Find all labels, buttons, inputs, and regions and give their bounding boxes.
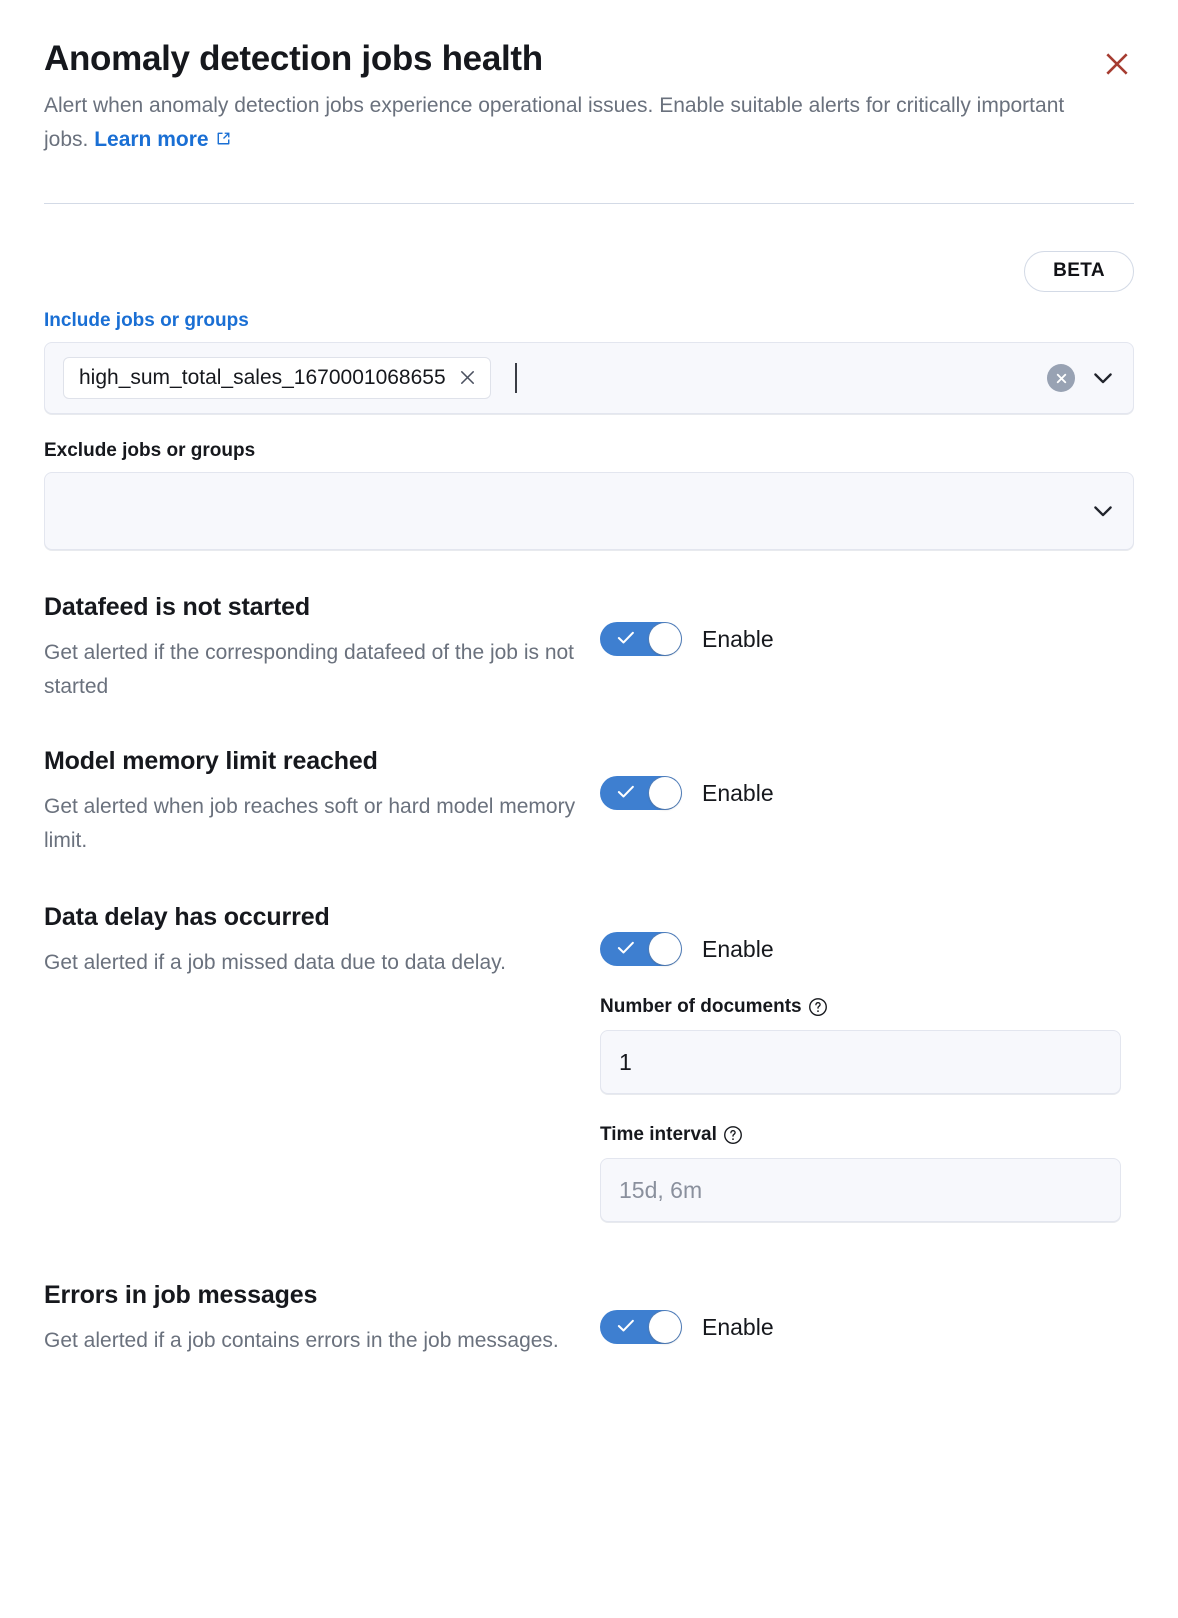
text-caret — [515, 363, 517, 393]
page-title: Anomaly detection jobs health — [44, 38, 1134, 79]
alert-delay-controls: Enable Number of documents — [600, 902, 1134, 1222]
alert-memory-title: Model memory limit reached — [44, 746, 600, 776]
time-interval-field: Time interval — [600, 1124, 1134, 1222]
close-icon — [1102, 49, 1132, 82]
alert-row-model-memory-limit: Model memory limit reached Get alerted w… — [44, 746, 1134, 858]
alert-row-data-delay: Data delay has occurred Get alerted if a… — [44, 902, 1134, 1222]
question-circle-icon[interactable] — [723, 1125, 743, 1145]
alert-row-errors-in-job-messages: Errors in job messages Get alerted if a … — [44, 1280, 1134, 1358]
anomaly-detection-jobs-health-flyout: Anomaly detection jobs health Alert when… — [0, 0, 1178, 1618]
external-link-icon — [214, 125, 233, 159]
alert-delay-description: Get alerted if a job missed data due to … — [44, 946, 584, 980]
alert-memory-text: Model memory limit reached Get alerted w… — [44, 746, 600, 858]
alert-memory-description: Get alerted when job reaches soft or har… — [44, 790, 584, 858]
flyout-header: Anomaly detection jobs health Alert when… — [44, 0, 1134, 159]
clear-selection-icon[interactable] — [1047, 364, 1075, 392]
toggle-datafeed-not-started[interactable] — [600, 622, 682, 656]
number-of-documents-field: Number of documents — [600, 996, 1134, 1094]
beta-badge-row: BETA — [44, 251, 1134, 292]
include-jobs-label: Include jobs or groups — [44, 310, 1134, 332]
alert-errors-controls: Enable — [600, 1280, 1134, 1344]
question-circle-icon[interactable] — [808, 997, 828, 1017]
check-icon — [615, 937, 637, 962]
alert-datafeed-switch-row: Enable — [600, 622, 1134, 656]
learn-more-link[interactable]: Learn more — [94, 128, 208, 151]
include-jobs-field-block: Include jobs or groups high_sum_total_sa… — [44, 310, 1134, 414]
close-button[interactable] — [1100, 48, 1134, 82]
exclude-jobs-label: Exclude jobs or groups — [44, 440, 1134, 462]
header-divider — [44, 203, 1134, 204]
alert-memory-switch-row: Enable — [600, 776, 1134, 810]
number-of-documents-label: Number of documents — [600, 996, 802, 1018]
exclude-jobs-field-block: Exclude jobs or groups — [44, 440, 1134, 550]
alert-datafeed-controls: Enable — [600, 592, 1134, 656]
combobox-actions — [1047, 364, 1117, 392]
alert-datafeed-description: Get alerted if the corresponding datafee… — [44, 636, 584, 704]
toggle-errors-label: Enable — [702, 1314, 774, 1341]
number-of-documents-label-row: Number of documents — [600, 996, 1134, 1018]
include-chevron-down-icon[interactable] — [1089, 364, 1117, 392]
alert-datafeed-text: Datafeed is not started Get alerted if t… — [44, 592, 600, 704]
time-interval-label: Time interval — [600, 1124, 717, 1146]
alert-delay-text: Data delay has occurred Get alerted if a… — [44, 902, 600, 980]
alert-memory-controls: Enable — [600, 746, 1134, 810]
check-icon — [615, 1315, 637, 1340]
alert-errors-switch-row: Enable — [600, 1310, 1134, 1344]
selected-job-pill[interactable]: high_sum_total_sales_1670001068655 — [63, 357, 491, 399]
alert-errors-text: Errors in job messages Get alerted if a … — [44, 1280, 600, 1358]
toggle-knob — [649, 1311, 681, 1343]
check-icon — [615, 627, 637, 652]
toggle-knob — [649, 933, 681, 965]
include-jobs-combobox[interactable]: high_sum_total_sales_1670001068655 — [44, 342, 1134, 414]
alert-delay-switch-row: Enable — [600, 932, 1134, 966]
exclude-chevron-down-icon[interactable] — [1089, 497, 1117, 525]
toggle-knob — [649, 623, 681, 655]
time-interval-input[interactable] — [600, 1158, 1121, 1222]
time-interval-label-row: Time interval — [600, 1124, 1134, 1146]
alert-delay-title: Data delay has occurred — [44, 902, 600, 932]
toggle-model-memory-limit[interactable] — [600, 776, 682, 810]
selected-job-label: high_sum_total_sales_1670001068655 — [79, 367, 446, 388]
toggle-errors-in-job-messages[interactable] — [600, 1310, 682, 1344]
remove-job-icon[interactable] — [458, 368, 477, 387]
exclude-combobox-actions — [1089, 497, 1117, 525]
toggle-knob — [649, 777, 681, 809]
page-description: Alert when anomaly detection jobs experi… — [44, 89, 1094, 159]
toggle-data-delay[interactable] — [600, 932, 682, 966]
alert-row-datafeed-not-started: Datafeed is not started Get alerted if t… — [44, 592, 1134, 704]
alert-errors-description: Get alerted if a job contains errors in … — [44, 1324, 584, 1358]
exclude-jobs-combobox[interactable] — [44, 472, 1134, 550]
toggle-delay-label: Enable — [702, 936, 774, 963]
number-of-documents-input[interactable] — [600, 1030, 1121, 1094]
alert-datafeed-title: Datafeed is not started — [44, 592, 600, 622]
toggle-datafeed-label: Enable — [702, 626, 774, 653]
toggle-memory-label: Enable — [702, 780, 774, 807]
check-icon — [615, 781, 637, 806]
alert-errors-title: Errors in job messages — [44, 1280, 600, 1310]
status-badge-beta[interactable]: BETA — [1024, 251, 1134, 292]
